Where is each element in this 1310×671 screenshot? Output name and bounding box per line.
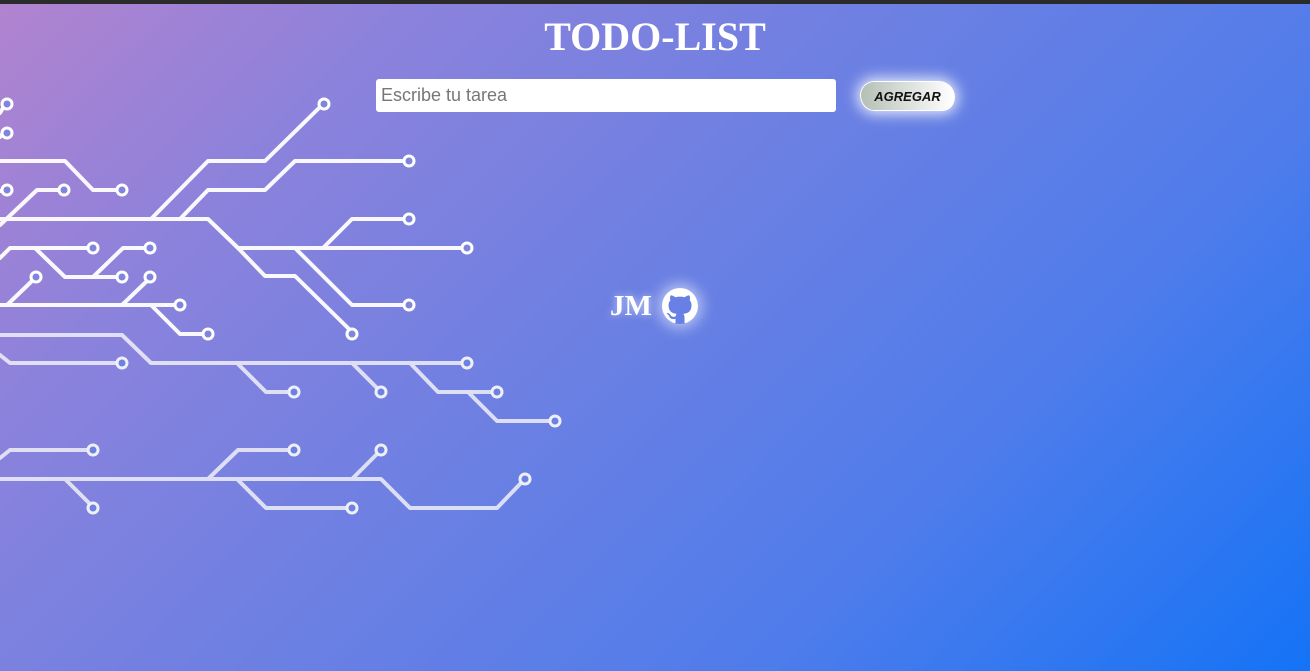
page-title: TODO-LIST: [544, 14, 766, 59]
author-initials: JM: [610, 289, 652, 322]
add-task-button[interactable]: AGREGAR: [860, 81, 955, 111]
task-input[interactable]: [376, 79, 836, 112]
author-signature: JM: [610, 286, 698, 326]
github-icon[interactable]: [661, 288, 698, 324]
